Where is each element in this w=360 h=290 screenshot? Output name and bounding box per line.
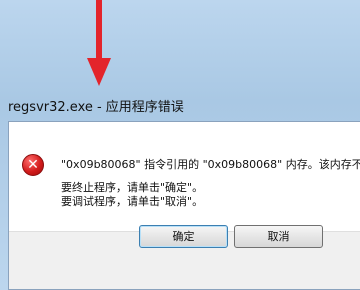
error-icon: ✕ <box>22 154 44 176</box>
ok-button[interactable]: 确定 <box>139 225 228 248</box>
dialog-body: ✕ "0x09b80068" 指令引用的 "0x09b80068" 内存。该内存… <box>8 121 360 290</box>
window-title: regsvr32.exe - 应用程序错误 <box>8 100 184 115</box>
cancel-button[interactable]: 取消 <box>234 225 323 248</box>
red-arrow-annotation <box>96 0 102 60</box>
error-message-line-1: "0x09b80068" 指令引用的 "0x09b80068" 内存。该内存不 <box>61 158 360 171</box>
red-arrow-head <box>87 58 111 86</box>
error-message-line-3: 要调试程序，请单击"取消"。 <box>61 195 204 208</box>
